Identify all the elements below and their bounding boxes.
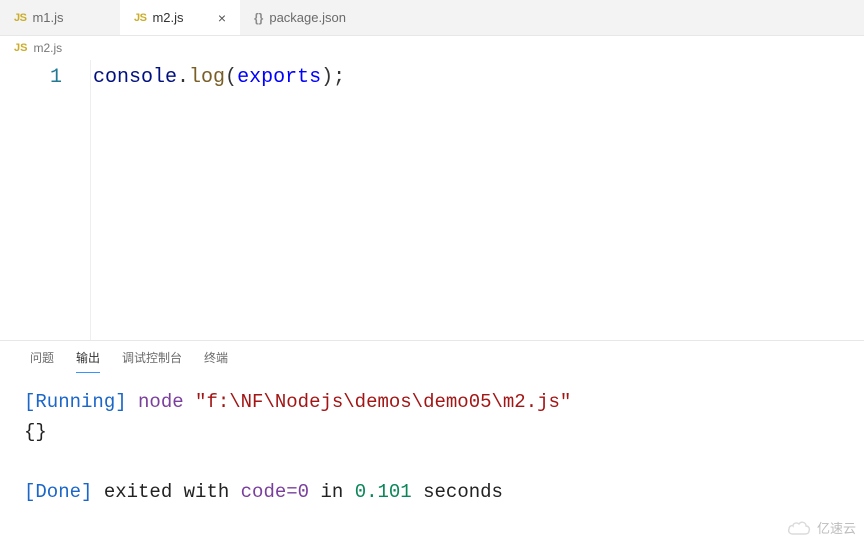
panel-tab-problems[interactable]: 问题 bbox=[30, 349, 54, 372]
panel-tab-bar: 问题 输出 调试控制台 终端 bbox=[0, 341, 864, 373]
close-icon[interactable]: × bbox=[200, 10, 226, 26]
output-done-tag: [Done] bbox=[24, 481, 92, 503]
js-icon: JS bbox=[14, 12, 26, 24]
json-icon: {} bbox=[254, 11, 263, 25]
tab-m1[interactable]: JS m1.js bbox=[0, 0, 120, 35]
panel-tab-terminal[interactable]: 终端 bbox=[204, 349, 228, 372]
output-result: {} bbox=[24, 421, 47, 443]
output-running-path: "f:\NF\Nodejs\demos\demo05\m2.js" bbox=[195, 391, 571, 413]
output-line-result: {} bbox=[24, 417, 840, 447]
token-paren-close: ) bbox=[321, 66, 333, 89]
output-line-blank bbox=[24, 447, 840, 477]
output-done-suffix: seconds bbox=[423, 481, 503, 503]
token-semi: ; bbox=[333, 66, 345, 89]
js-icon: JS bbox=[14, 42, 27, 54]
token-dot: . bbox=[177, 66, 189, 89]
output-area[interactable]: [Running] node "f:\NF\Nodejs\demos\demo0… bbox=[0, 373, 864, 521]
line-number: 1 bbox=[0, 64, 62, 92]
bottom-panel: 问题 输出 调试控制台 终端 [Running] node "f:\NF\Nod… bbox=[0, 340, 864, 543]
output-done-code-label: code= bbox=[241, 481, 298, 503]
token-arg: exports bbox=[237, 66, 321, 89]
output-line-running: [Running] node "f:\NF\Nodejs\demos\demo0… bbox=[24, 387, 840, 417]
output-line-done: [Done] exited with code=0 in 0.101 secon… bbox=[24, 477, 840, 507]
tab-m2[interactable]: JS m2.js × bbox=[120, 0, 240, 35]
watermark: 亿速云 bbox=[787, 518, 856, 537]
output-running-tag: [Running] bbox=[24, 391, 127, 413]
output-done-time: 0.101 bbox=[355, 481, 412, 503]
watermark-text: 亿速云 bbox=[817, 518, 856, 537]
tab-label: m2.js bbox=[152, 10, 183, 25]
token-object: console bbox=[93, 66, 177, 89]
output-done-prefix: exited with bbox=[104, 481, 229, 503]
output-done-code-value: 0 bbox=[298, 481, 309, 503]
cloud-icon bbox=[787, 520, 811, 536]
js-icon: JS bbox=[134, 12, 146, 24]
tab-label: m1.js bbox=[32, 10, 63, 25]
breadcrumb-label: m2.js bbox=[33, 41, 62, 55]
token-paren-open: ( bbox=[225, 66, 237, 89]
tab-bar: JS m1.js JS m2.js × {} package.json bbox=[0, 0, 864, 36]
editor[interactable]: 1 console.log(exports); bbox=[0, 60, 864, 340]
line-gutter: 1 bbox=[0, 60, 90, 340]
breadcrumb[interactable]: JS m2.js bbox=[0, 36, 864, 60]
tab-label: package.json bbox=[269, 10, 346, 25]
panel-tab-debug-console[interactable]: 调试控制台 bbox=[122, 349, 182, 372]
output-running-cmd: node bbox=[138, 391, 184, 413]
output-done-mid: in bbox=[320, 481, 343, 503]
code-area[interactable]: console.log(exports); bbox=[90, 60, 864, 340]
panel-tab-output[interactable]: 输出 bbox=[76, 349, 100, 373]
tab-package-json[interactable]: {} package.json bbox=[240, 0, 360, 35]
token-function: log bbox=[189, 66, 225, 89]
